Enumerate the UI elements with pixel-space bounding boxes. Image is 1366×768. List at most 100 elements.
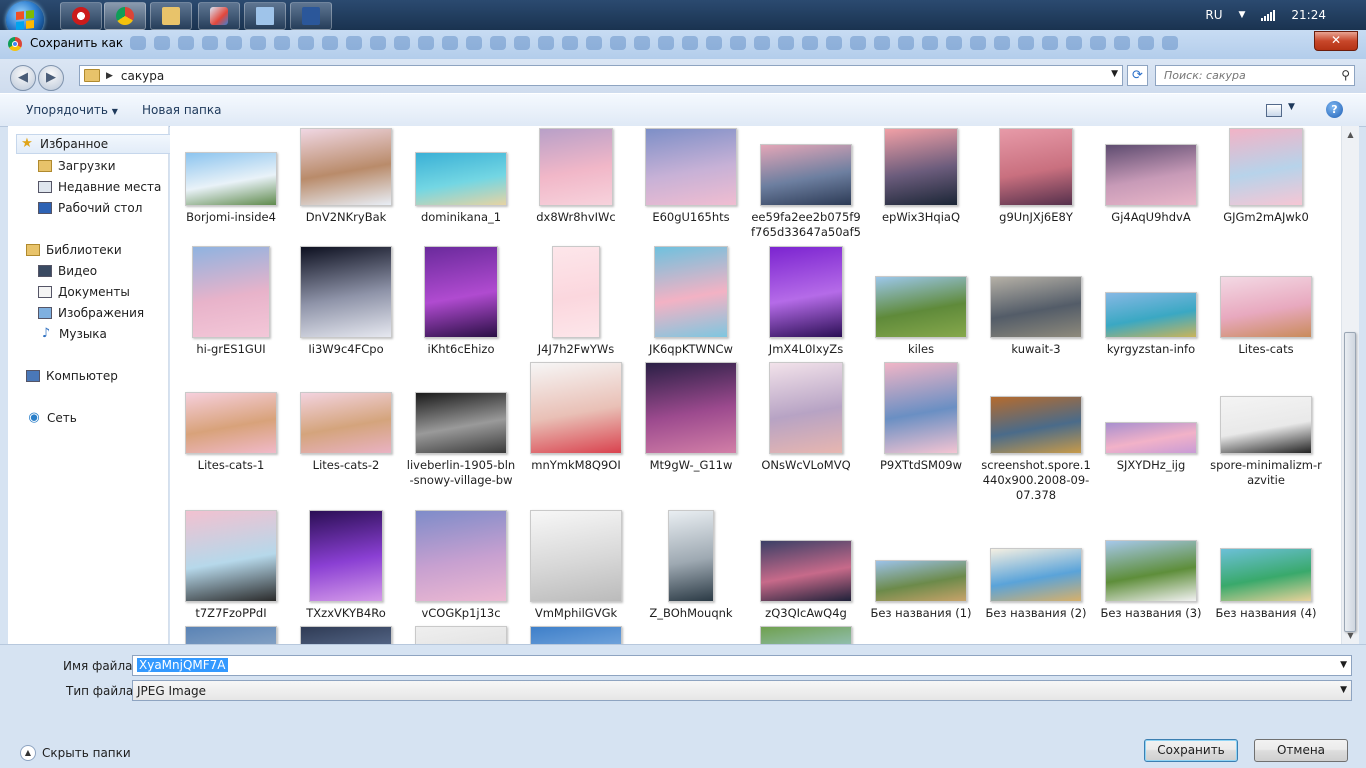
file-item[interactable]: liveberlin-1905-bln-snowy-village-bw <box>405 392 517 488</box>
nav-item-documents[interactable]: Документы <box>38 282 130 302</box>
file-item[interactable]: dominikana_1 <box>405 152 517 225</box>
file-item-partial[interactable] <box>750 626 862 644</box>
file-item[interactable]: Ii3W9c4FCpo <box>290 246 402 357</box>
scroll-up-icon[interactable]: ▲ <box>1342 126 1359 143</box>
save-button[interactable]: Сохранить <box>1144 739 1238 762</box>
taskbar-word-button[interactable] <box>290 2 332 30</box>
taskbar-opera-button[interactable] <box>60 2 102 30</box>
nav-label: Видео <box>58 264 98 278</box>
search-input[interactable] <box>1162 68 1336 83</box>
file-item-partial[interactable] <box>290 626 402 644</box>
file-item[interactable]: Z_BOhMouqnk <box>635 510 747 621</box>
nav-label: Библиотеки <box>46 243 122 257</box>
breadcrumb-chevron-icon[interactable]: ▶ <box>106 71 113 81</box>
file-item[interactable]: Mt9gW-_G11w <box>635 362 747 473</box>
file-item[interactable]: Gj4AqU9hdvA <box>1095 144 1207 225</box>
file-item[interactable]: Без названия (2) <box>980 548 1092 621</box>
file-item[interactable]: g9UnJXj6E8Y <box>980 128 1092 225</box>
nav-item-favorites[interactable]: ★ Избранное <box>16 134 172 154</box>
clock[interactable]: 21:24 <box>1291 8 1326 22</box>
taskbar-explorer-button[interactable] <box>150 2 192 30</box>
cancel-button[interactable]: Отмена <box>1254 739 1348 762</box>
file-item[interactable]: VmMphilGVGk <box>520 510 632 621</box>
nav-item-libraries[interactable]: Библиотеки <box>26 240 122 260</box>
file-item[interactable]: dx8Wr8hvIWc <box>520 128 632 225</box>
file-item[interactable]: Без названия (3) <box>1095 540 1207 621</box>
filename-dropdown-icon[interactable]: ▼ <box>1340 660 1347 670</box>
file-item[interactable]: P9XTtdSM09w <box>865 362 977 473</box>
file-item[interactable]: TXzxVKYB4Ro <box>290 510 402 621</box>
nav-item-recent[interactable]: Недавние места <box>38 177 161 197</box>
file-item-partial[interactable] <box>520 626 632 644</box>
filetype-dropdown-icon[interactable]: ▼ <box>1340 685 1347 695</box>
search-box[interactable]: ⚲ <box>1155 65 1355 86</box>
file-item[interactable]: ee59fa2ee2b075f9f765d33647a50af5 <box>750 144 862 240</box>
file-item[interactable]: Lites-cats-2 <box>290 392 402 473</box>
file-item[interactable]: Borjomi-inside4 <box>175 152 287 225</box>
file-list[interactable]: Borjomi-inside4 DnV2NKryBak dominikana_1 dx… <box>170 126 1341 644</box>
file-item[interactable]: JK6qpKTWNCw <box>635 246 747 357</box>
tray-expand-icon[interactable]: ▼ <box>1238 10 1245 20</box>
file-item[interactable]: DnV2NKryBak <box>290 128 402 225</box>
scrollbar-thumb[interactable] <box>1344 332 1356 632</box>
taskbar-paint-button[interactable] <box>198 2 240 30</box>
taskbar-chrome-button[interactable] <box>104 2 146 30</box>
file-item[interactable]: kiles <box>865 276 977 357</box>
search-icon[interactable]: ⚲ <box>1341 68 1350 82</box>
refresh-button[interactable]: ⟳ <box>1127 65 1148 86</box>
file-item[interactable]: zQ3QIcAwQ4g <box>750 540 862 621</box>
file-item[interactable]: Без названия (1) <box>865 560 977 621</box>
filename-value[interactable]: XyaMnjQMF7A <box>137 658 228 672</box>
language-indicator[interactable]: RU <box>1205 8 1222 22</box>
file-item[interactable]: E60gU165hts <box>635 128 747 225</box>
new-folder-button[interactable]: Новая папка <box>142 103 221 117</box>
nav-item-downloads[interactable]: Загрузки <box>38 156 116 176</box>
dialog-titlebar[interactable]: Сохранить как ✕ <box>0 30 1366 59</box>
file-list-scrollbar[interactable]: ▲ ▼ <box>1341 126 1359 644</box>
taskbar-notepad-button[interactable] <box>244 2 286 30</box>
scroll-down-icon[interactable]: ▼ <box>1342 627 1359 644</box>
nav-item-images[interactable]: Изображения <box>38 303 144 323</box>
file-item[interactable]: vCOGKp1j13c <box>405 510 517 621</box>
filetype-select[interactable]: JPEG Image ▼ <box>132 680 1352 701</box>
file-item[interactable]: epWix3HqiaQ <box>865 128 977 225</box>
view-options-dropdown-icon[interactable]: ▼ <box>1288 102 1295 112</box>
network-signal-icon[interactable] <box>1261 9 1276 21</box>
file-item[interactable]: Без названия (4) <box>1210 548 1322 621</box>
nav-item-music[interactable]: ♪ Музыка <box>38 324 107 344</box>
back-button[interactable]: ◀ <box>10 65 36 91</box>
nav-item-computer[interactable]: Компьютер <box>26 366 118 386</box>
file-item[interactable]: J4J7h2FwYWs <box>520 246 632 357</box>
file-item[interactable]: JmX4L0IxyZs <box>750 246 862 357</box>
address-dropdown-icon[interactable]: ▼ <box>1111 69 1118 79</box>
file-item[interactable]: Lites-cats-1 <box>175 392 287 473</box>
hide-folders-button[interactable]: ▲ Скрыть папки <box>20 745 131 761</box>
file-item[interactable]: spore-minimalizm-razvitie <box>1210 396 1322 488</box>
nav-item-desktop[interactable]: Рабочий стол <box>38 198 142 218</box>
breadcrumb-current-folder[interactable]: сакура <box>121 69 164 83</box>
help-icon[interactable]: ? <box>1326 101 1343 118</box>
file-item[interactable]: screenshot.spore.1440x900.2008-09-07.378 <box>980 396 1092 503</box>
file-item-partial[interactable] <box>175 626 287 644</box>
nav-item-network[interactable]: ◉ Сеть <box>26 408 77 428</box>
address-bar[interactable]: ▶ сакура ▼ <box>79 65 1123 86</box>
file-item[interactable]: mnYmkM8Q9OI <box>520 362 632 473</box>
file-item[interactable]: Lites-cats <box>1210 276 1322 357</box>
file-item[interactable]: kyrgyzstan-info <box>1095 292 1207 357</box>
close-button[interactable]: ✕ <box>1314 31 1358 51</box>
change-view-icon[interactable] <box>1266 104 1282 117</box>
file-item[interactable]: t7Z7FzoPPdI <box>175 510 287 621</box>
file-item-partial[interactable] <box>405 626 517 644</box>
file-item[interactable]: GJGm2mAJwk0 <box>1210 128 1322 225</box>
file-item[interactable]: iKht6cEhizo <box>405 246 517 357</box>
save-as-dialog: Сохранить как ✕ ◀ ▶ ▶ сакура ▼ ⟳ ⚲ Упоря… <box>0 30 1366 768</box>
file-name: SJXYDHz_ijg <box>1116 458 1186 472</box>
nav-item-video[interactable]: Видео <box>38 261 97 281</box>
file-item[interactable]: kuwait-3 <box>980 276 1092 357</box>
forward-button[interactable]: ▶ <box>38 65 64 91</box>
file-item[interactable]: SJXYDHz_ijg <box>1095 422 1207 473</box>
filename-field[interactable]: XyaMnjQMF7A ▼ <box>132 655 1352 676</box>
file-item[interactable]: ONsWcVLoMVQ <box>750 362 862 473</box>
organize-button[interactable]: Упорядочить ▼ <box>26 103 118 117</box>
file-item[interactable]: hi-grES1GUI <box>175 246 287 357</box>
